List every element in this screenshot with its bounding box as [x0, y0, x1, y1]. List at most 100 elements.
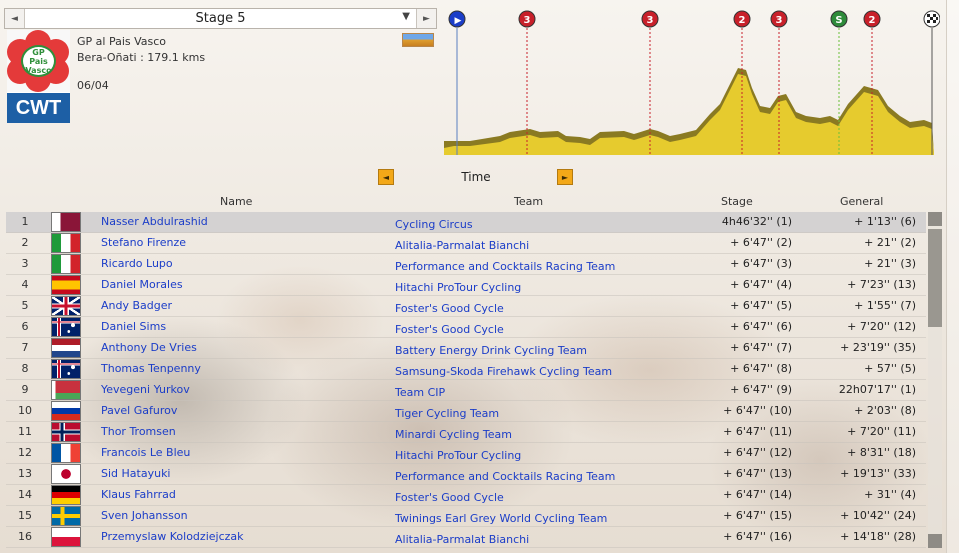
- table-row[interactable]: 10 Pavel Gafurov Tiger Cycling Team + 6'47'…: [6, 401, 926, 422]
- rider-name-link[interactable]: Pavel Gafurov: [101, 404, 177, 417]
- prev-stage-button[interactable]: ◄: [5, 9, 25, 28]
- row-rank: 14: [18, 488, 32, 501]
- row-rank: 10: [18, 404, 32, 417]
- rider-name-link[interactable]: Daniel Sims: [101, 320, 166, 333]
- stage-selector: ◄ Stage 5 ▼ ►: [4, 8, 437, 29]
- nation-flag-icon: [51, 317, 81, 337]
- next-ranking-button[interactable]: ►: [557, 169, 573, 185]
- rider-name-link[interactable]: Daniel Morales: [101, 278, 183, 291]
- team-name-link[interactable]: Samsung-Skoda Firehawk Cycling Team: [395, 365, 612, 378]
- profile-marker-climb[interactable]: 2: [733, 10, 751, 28]
- table-row[interactable]: 8 Thomas Tenpenny Samsung-Skoda Firehawk C…: [6, 359, 926, 380]
- race-logo: GP Pais Vasco CWT: [7, 30, 70, 123]
- column-header-team[interactable]: Team: [514, 195, 543, 208]
- table-row[interactable]: 9 Yevegeni Yurkov Team CIP + 6'47'' (9) 22h0…: [6, 380, 926, 401]
- race-date: 06/04: [77, 79, 109, 92]
- team-name-link[interactable]: Performance and Cocktails Racing Team: [395, 470, 615, 483]
- profile-marker-start[interactable]: ▶: [448, 10, 466, 28]
- team-name-link[interactable]: Foster's Good Cycle: [395, 302, 504, 315]
- team-name-link[interactable]: Alitalia-Parmalat Bianchi: [395, 239, 529, 252]
- general-time: + 7'23'' (13): [847, 278, 916, 291]
- row-rank: 12: [18, 446, 32, 459]
- profile-marker-climb[interactable]: 2: [863, 10, 881, 28]
- team-name-link[interactable]: Cycling Circus: [395, 218, 473, 231]
- column-header-name[interactable]: Name: [220, 195, 252, 208]
- row-rank: 9: [21, 383, 29, 396]
- profile-marker-climb[interactable]: 3: [770, 10, 788, 28]
- table-row[interactable]: 6 Daniel Sims Foster's Good Cycle + 6'47'' …: [6, 317, 926, 338]
- nation-flag-icon: [51, 338, 81, 358]
- table-row[interactable]: 11 Thor Tromsen Minardi Cycling Team + 6'47…: [6, 422, 926, 443]
- stage-time: + 6'47'' (16): [723, 530, 792, 543]
- table-row[interactable]: 1 Nasser Abdulrashid Cycling Circus 4h46'32…: [6, 212, 926, 233]
- row-rank: 11: [18, 425, 32, 438]
- rider-name-link[interactable]: Thor Tromsen: [101, 425, 176, 438]
- nation-flag-icon: [51, 254, 81, 274]
- nation-flag-icon: [51, 296, 81, 316]
- rider-name-link[interactable]: Klaus Fahrrad: [101, 488, 176, 501]
- stage-time: + 6'47'' (10): [723, 404, 792, 417]
- table-row[interactable]: 7 Anthony De Vries Battery Energy Drink Cy…: [6, 338, 926, 359]
- table-row[interactable]: 14 Klaus Fahrrad Foster's Good Cycle + 6'47…: [6, 485, 926, 506]
- profile-marker-sprint[interactable]: S: [830, 10, 848, 28]
- team-name-link[interactable]: Alitalia-Parmalat Bianchi: [395, 533, 529, 546]
- column-header-stage[interactable]: Stage: [721, 195, 753, 208]
- team-name-link[interactable]: Team CIP: [395, 386, 445, 399]
- profile-marker-climb[interactable]: 3: [641, 10, 659, 28]
- team-name-link[interactable]: Minardi Cycling Team: [395, 428, 512, 441]
- team-name-link[interactable]: Foster's Good Cycle: [395, 323, 504, 336]
- table-row[interactable]: 16 Przemyslaw Kolodziejczak Alitalia-Parma…: [6, 527, 926, 548]
- scroll-up-button[interactable]: [928, 212, 942, 226]
- team-name-link[interactable]: Hitachi ProTour Cycling: [395, 449, 521, 462]
- table-row[interactable]: 2 Stefano Firenze Alitalia-Parmalat Bianch…: [6, 233, 926, 254]
- race-info: GP al Pais Vasco Bera-Oñati : 179.1 kms …: [77, 34, 205, 94]
- table-row[interactable]: 5 Andy Badger Foster's Good Cycle + 6'47'' …: [6, 296, 926, 317]
- svg-text:3: 3: [647, 15, 654, 26]
- rider-name-link[interactable]: Nasser Abdulrashid: [101, 215, 208, 228]
- rider-name-link[interactable]: Francois Le Bleu: [101, 446, 190, 459]
- team-name-link[interactable]: Performance and Cocktails Racing Team: [395, 260, 615, 273]
- profile-surface: [444, 74, 934, 155]
- table-row[interactable]: 15 Sven Johansson Twinings Earl Grey World…: [6, 506, 926, 527]
- rider-name-link[interactable]: Sid Hatayuki: [101, 467, 171, 480]
- rider-name-link[interactable]: Andy Badger: [101, 299, 172, 312]
- rider-name-link[interactable]: Stefano Firenze: [101, 236, 186, 249]
- general-time: + 23'19'' (35): [840, 341, 916, 354]
- terrain-type-icon: [402, 33, 434, 47]
- general-time: + 10'42'' (24): [840, 509, 916, 522]
- scroll-down-button[interactable]: [928, 534, 942, 548]
- general-time: + 31'' (4): [864, 488, 916, 501]
- rider-name-link[interactable]: Thomas Tenpenny: [101, 362, 201, 375]
- team-name-link[interactable]: Tiger Cycling Team: [395, 407, 499, 420]
- team-name-link[interactable]: Twinings Earl Grey World Cycling Team: [395, 512, 607, 525]
- rider-name-link[interactable]: Przemyslaw Kolodziejczak: [101, 530, 244, 543]
- results-scrollbar[interactable]: [928, 212, 942, 548]
- nation-flag-icon: [51, 233, 81, 253]
- column-header-general[interactable]: General: [840, 195, 883, 208]
- team-name-link[interactable]: Hitachi ProTour Cycling: [395, 281, 521, 294]
- stage-time: + 6'47'' (7): [730, 341, 792, 354]
- nation-flag-icon: [51, 359, 81, 379]
- scrollbar-thumb[interactable]: [928, 229, 942, 327]
- profile-marker-climb[interactable]: 3: [518, 10, 536, 28]
- race-logo-text-top: GP: [32, 47, 45, 57]
- table-row[interactable]: 12 Francois Le Bleu Hitachi ProTour Cyclin…: [6, 443, 926, 464]
- table-row[interactable]: 13 Sid Hatayuki Performance and Cocktails …: [6, 464, 926, 485]
- next-stage-button[interactable]: ►: [416, 9, 436, 28]
- general-time: + 1'55'' (7): [854, 299, 916, 312]
- row-rank: 2: [21, 236, 29, 249]
- rider-name-link[interactable]: Sven Johansson: [101, 509, 188, 522]
- table-row[interactable]: 3 Ricardo Lupo Performance and Cocktails R…: [6, 254, 926, 275]
- profile-marker-finish-flag-icon[interactable]: [923, 10, 940, 28]
- team-name-link[interactable]: Foster's Good Cycle: [395, 491, 504, 504]
- rider-name-link[interactable]: Anthony De Vries: [101, 341, 197, 354]
- team-name-link[interactable]: Battery Energy Drink Cycling Team: [395, 344, 587, 357]
- stage-dropdown[interactable]: Stage 5 ▼: [25, 9, 416, 28]
- nation-flag-icon: [51, 275, 81, 295]
- race-route: Bera-Oñati : 179.1 kms: [77, 51, 206, 64]
- table-row[interactable]: 4 Daniel Morales Hitachi ProTour Cycling + …: [6, 275, 926, 296]
- nation-flag-icon: [51, 212, 81, 232]
- race-logo-text-bottom: Pais Vasco: [25, 56, 52, 75]
- rider-name-link[interactable]: Yevegeni Yurkov: [101, 383, 190, 396]
- rider-name-link[interactable]: Ricardo Lupo: [101, 257, 173, 270]
